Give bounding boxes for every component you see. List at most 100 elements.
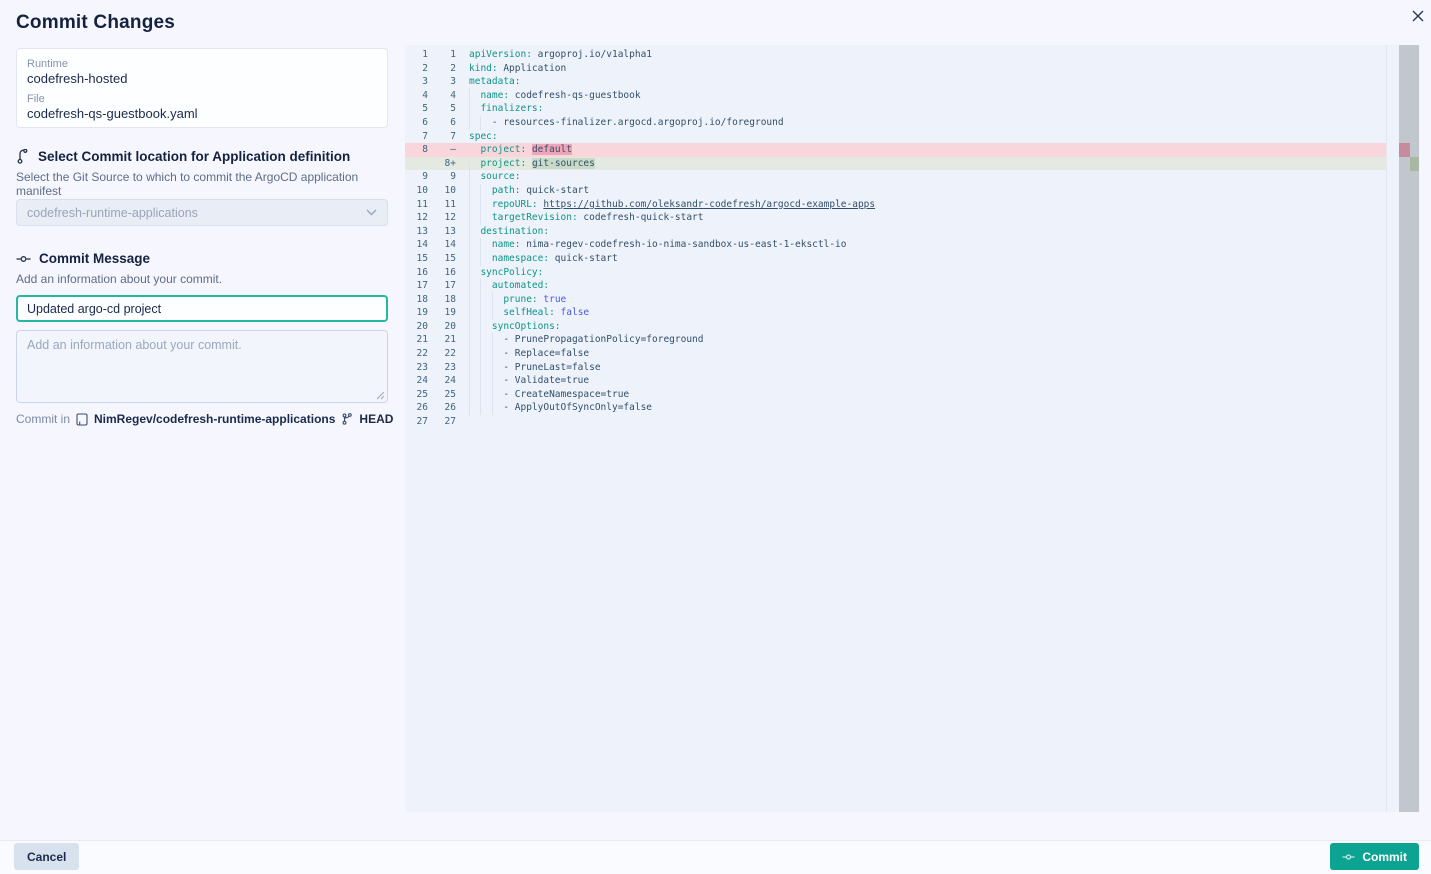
code-line: - Validate=true — [469, 374, 589, 388]
diff-row: 77spec: — [405, 130, 1386, 144]
diff-row: 1515namespace: quick-start — [405, 252, 1386, 266]
old-line-number — [405, 157, 433, 171]
new-line-number: 17 — [433, 279, 461, 293]
code-line: metadata: — [469, 75, 520, 89]
indent-guide — [469, 266, 480, 280]
old-line-number: 23 — [405, 361, 433, 375]
new-line-number: 8+ — [433, 157, 461, 171]
commit-location-title: Select Commit location for Application d… — [38, 149, 350, 164]
code-token-key: namespace: — [492, 253, 549, 264]
runtime-file-card: Runtime codefresh-hosted File codefresh-… — [16, 48, 388, 128]
commit-button[interactable]: Commit — [1330, 843, 1419, 870]
overview-mark-removed — [1399, 143, 1410, 157]
new-line-number: 19 — [433, 306, 461, 320]
repo-url-link[interactable]: https://github.com/oleksandr-codefresh/a… — [543, 199, 875, 210]
code-token-plain: - PruneLast=false — [503, 362, 600, 373]
commit-icon — [16, 252, 31, 266]
indent-guide — [469, 89, 480, 103]
diff-row: 2727 — [405, 415, 1386, 429]
indent-guide — [480, 184, 491, 198]
indent-guide — [492, 361, 503, 375]
old-line-number: 14 — [405, 238, 433, 252]
code-line: - resources-finalizer.argocd.argoproj.io… — [469, 116, 784, 130]
new-line-number: 26 — [433, 401, 461, 415]
code-token-key: destination: — [480, 226, 549, 237]
close-button[interactable] — [1408, 6, 1428, 26]
git-source-select[interactable]: codefresh-runtime-applications — [16, 199, 388, 226]
commit-summary-input[interactable] — [16, 295, 388, 322]
git-source-icon — [16, 149, 30, 164]
close-icon — [1412, 10, 1424, 22]
code-token-plain: codefresh-quick-start — [578, 212, 704, 223]
diff-row: 11apiVersion: argoproj.io/v1alpha1 — [405, 48, 1386, 62]
indent-guide — [469, 361, 480, 375]
old-line-number: 6 — [405, 116, 433, 130]
old-line-number: 26 — [405, 401, 433, 415]
code-line: name: nima-regev-codefresh-io-nima-sandb… — [469, 238, 847, 252]
diff-row: 8–project: default — [405, 143, 1386, 157]
code-token-key: metadata: — [469, 76, 520, 87]
code-token-plain: - Validate=true — [503, 375, 589, 386]
new-line-number: 12 — [433, 211, 461, 225]
diff-row: 1919selfHeal: false — [405, 306, 1386, 320]
code-line: - PrunePropagationPolicy=foreground — [469, 333, 704, 347]
commit-description-textarea[interactable] — [16, 330, 388, 403]
indent-guide — [469, 184, 480, 198]
code-token-plain: codefresh-qs-guestbook — [509, 90, 641, 101]
commit-message-section: Commit Message Add an information about … — [16, 251, 388, 286]
code-token-key: prune: — [503, 294, 537, 305]
indent-guide — [469, 279, 480, 293]
indent-guide — [469, 306, 480, 320]
new-line-number: 16 — [433, 266, 461, 280]
resize-handle-icon[interactable] — [376, 391, 385, 400]
indent-guide — [469, 198, 480, 212]
old-line-number: 19 — [405, 306, 433, 320]
old-line-number: 24 — [405, 374, 433, 388]
indent-guide — [480, 252, 491, 266]
diff-row: 66 - resources-finalizer.argocd.argoproj.… — [405, 116, 1386, 130]
code-line: repoURL: https://github.com/oleksandr-co… — [469, 198, 875, 212]
commit-message-subtitle: Add an information about your commit. — [16, 272, 388, 286]
indent-guide — [480, 293, 491, 307]
runtime-value: codefresh-hosted — [27, 71, 377, 87]
diff-editor[interactable]: 11apiVersion: argoproj.io/v1alpha122kind… — [405, 45, 1420, 812]
diff-row: 1313destination: — [405, 225, 1386, 239]
indent-guide — [492, 388, 503, 402]
indent-guide — [469, 401, 480, 415]
indent-guide — [469, 388, 480, 402]
new-line-number: 6 — [433, 116, 461, 130]
indent-guide — [469, 347, 480, 361]
diff-row: 22kind: Application — [405, 62, 1386, 76]
commit-in-row: Commit in NimRegev/codefresh-runtime-app… — [16, 412, 393, 426]
code-line: project: git-sources — [469, 157, 595, 171]
indent-guide — [480, 388, 491, 402]
code-token-key: project: — [480, 144, 526, 155]
code-token-key: apiVersion: — [469, 49, 532, 60]
code-line: project: default — [469, 143, 572, 157]
new-line-number: 27 — [433, 415, 461, 429]
code-token-plain: - resources-finalizer.argocd.argoproj.io… — [492, 117, 784, 128]
indent-guide — [469, 170, 480, 184]
diff-scrollbar[interactable] — [1399, 45, 1419, 812]
indent-guide — [480, 320, 491, 334]
indent-guide — [469, 116, 480, 130]
old-line-number: 5 — [405, 102, 433, 116]
indent-guide — [480, 279, 491, 293]
branch-icon — [341, 413, 353, 425]
code-token-key: name: — [492, 239, 521, 250]
new-line-number: 10 — [433, 184, 461, 198]
diff-row: 2222- Replace=false — [405, 347, 1386, 361]
diff-row: 1717automated: — [405, 279, 1386, 293]
new-line-number: 25 — [433, 388, 461, 402]
diff-row: 8+ project: git-sources — [405, 157, 1386, 171]
code-token-key: name: — [480, 90, 509, 101]
diff-row: 33metadata: — [405, 75, 1386, 89]
code-token-plain: - CreateNamespace=true — [503, 389, 629, 400]
code-token-plain: - Replace=false — [503, 348, 589, 359]
code-token-key: spec: — [469, 131, 498, 142]
indent-guide — [492, 293, 503, 307]
cancel-button[interactable]: Cancel — [14, 843, 79, 870]
code-token-key: project: — [480, 158, 526, 169]
indent-guide — [492, 347, 503, 361]
code-token-plain: argoproj.io/v1alpha1 — [532, 49, 652, 60]
